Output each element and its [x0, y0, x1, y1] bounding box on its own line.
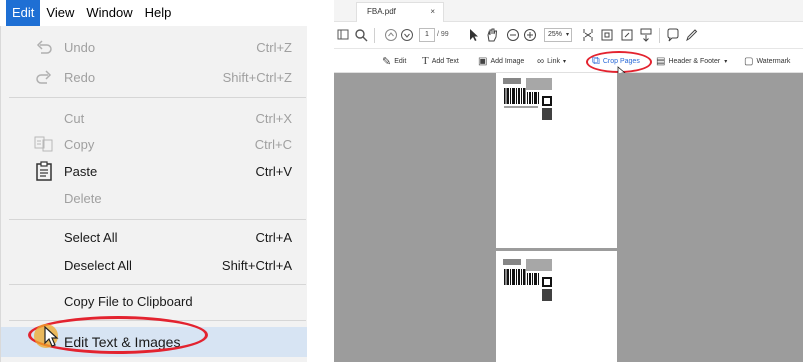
shipping-label-barcode	[503, 259, 552, 301]
watermark-label: Watermark	[756, 57, 791, 65]
pen-icon[interactable]	[684, 27, 698, 43]
cut-label: Cut	[64, 110, 85, 126]
undo-label: Undo	[64, 39, 96, 55]
menu-item-undo[interactable]: Undo Ctrl+Z	[1, 32, 307, 62]
menu-window[interactable]: Window	[80, 0, 138, 26]
page-total: / 99	[437, 31, 449, 38]
menu-divider	[9, 284, 306, 285]
add-text-label: Add Text	[431, 57, 459, 65]
pdf-page-2	[496, 251, 617, 362]
delete-label: Delete	[64, 190, 102, 206]
undo-icon	[36, 40, 52, 54]
header-footer-button[interactable]: ▤ Header & Footer ▾	[656, 53, 727, 69]
paste-label: Paste	[64, 163, 98, 179]
link-label: Link	[547, 57, 560, 65]
chevron-down-icon: ▾	[562, 58, 566, 65]
redo-shortcut: Shift+Ctrl+Z	[222, 69, 292, 85]
menu-bar: Edit View Window Help	[0, 0, 307, 26]
zoom-in-icon[interactable]	[523, 27, 537, 43]
edit-text-icon: ✎	[382, 55, 392, 68]
tab-strip: FBA.pdf ×	[334, 0, 803, 22]
link-icon: ∞	[537, 55, 545, 67]
cut-shortcut: Ctrl+X	[255, 110, 292, 126]
edit-dropdown: Undo Ctrl+Z Redo Shift+Ctrl+Z Cut Ctrl+X	[0, 26, 307, 362]
menu-item-copy[interactable]: Copy Ctrl+C	[1, 129, 307, 159]
scrolling-mode-icon[interactable]	[639, 27, 653, 43]
copy-icon	[34, 136, 53, 152]
document-viewer[interactable]	[334, 73, 803, 362]
menu-help[interactable]: Help	[139, 0, 178, 26]
select-tool-icon[interactable]	[467, 27, 479, 43]
acrobat-window: FBA.pdf × 1 / 99 25% ▾ ✎ Edit T Add Text…	[334, 0, 803, 362]
copy-label: Copy	[64, 136, 95, 152]
pdf-page-1	[496, 73, 617, 248]
menu-item-paste[interactable]: Paste Ctrl+V	[1, 156, 307, 186]
previous-page-icon[interactable]	[384, 27, 398, 43]
menu-edit[interactable]: Edit	[6, 0, 41, 26]
edit-button[interactable]: ✎ Edit	[382, 53, 406, 69]
fit-page-icon[interactable]	[582, 27, 594, 43]
menu-item-copy-file-to-clipboard[interactable]: Copy File to Clipboard	[1, 286, 307, 316]
chevron-down-icon: ▾	[724, 58, 728, 65]
cursor-icon	[44, 326, 59, 347]
add-image-button[interactable]: ▣ Add Image	[478, 53, 524, 69]
shipping-label-barcode	[503, 78, 552, 120]
link-button[interactable]: ∞ Link ▾	[537, 53, 566, 69]
full-screen-icon[interactable]	[620, 27, 634, 43]
select-all-label: Select All	[64, 229, 118, 245]
redo-icon	[36, 70, 52, 84]
watermark-icon: ▢	[744, 55, 754, 67]
header-footer-icon: ▤	[656, 55, 666, 67]
menu-item-delete[interactable]: Delete	[1, 183, 307, 213]
select-all-shortcut: Ctrl+A	[255, 229, 292, 245]
search-icon[interactable]	[354, 27, 368, 43]
toolbar-divider	[374, 28, 375, 43]
edit-label: Edit	[394, 57, 407, 65]
zoom-select[interactable]: 25% ▾	[544, 28, 572, 42]
comment-icon[interactable]	[666, 27, 680, 43]
deselect-all-label: Deselect All	[64, 257, 132, 273]
toolbar-divider	[659, 28, 660, 43]
redo-label: Redo	[64, 69, 96, 85]
menu-divider	[9, 97, 306, 98]
deselect-all-shortcut: Shift+Ctrl+A	[221, 257, 292, 273]
edit-menu-panel: Edit View Window Help Undo Ctrl+Z Redo S…	[0, 0, 307, 362]
zoom-value: 25%	[548, 31, 563, 38]
next-page-icon[interactable]	[400, 27, 414, 43]
copy-file-label: Copy File to Clipboard	[64, 293, 193, 309]
menu-item-select-all[interactable]: Select All Ctrl+A	[1, 222, 307, 252]
page-number-input[interactable]: 1	[419, 28, 435, 42]
chevron-down-icon: ▾	[565, 32, 569, 38]
add-image-label: Add Image	[490, 57, 525, 65]
tab-title: FBA.pdf	[367, 7, 396, 16]
menu-view[interactable]: View	[40, 0, 80, 26]
add-text-button[interactable]: T Add Text	[422, 53, 459, 69]
page-fit-icon[interactable]	[600, 27, 614, 43]
text-icon: T	[422, 55, 429, 67]
menu-item-deselect-all[interactable]: Deselect All Shift+Ctrl+A	[1, 250, 307, 280]
undo-shortcut: Ctrl+Z	[256, 39, 292, 55]
copy-shortcut: Ctrl+C	[254, 136, 292, 152]
zoom-out-icon[interactable]	[506, 27, 520, 43]
tab-fba-pdf[interactable]: FBA.pdf ×	[356, 2, 444, 22]
main-toolbar: 1 / 99 25% ▾	[334, 22, 803, 49]
image-icon: ▣	[478, 55, 488, 67]
menu-item-redo[interactable]: Redo Shift+Ctrl+Z	[1, 62, 307, 92]
watermark-button[interactable]: ▢ Watermark	[744, 53, 790, 69]
paste-shortcut: Ctrl+V	[255, 163, 292, 179]
menu-divider	[9, 219, 306, 220]
paste-icon	[36, 161, 52, 181]
hand-tool-icon[interactable]	[485, 27, 499, 43]
edit-pdf-toolbar: ✎ Edit T Add Text ▣ Add Image ∞ Link ▾ ⧉…	[334, 49, 803, 73]
sidebar-toggle-icon[interactable]	[337, 27, 349, 43]
tab-close-icon[interactable]: ×	[430, 3, 435, 21]
header-footer-label: Header & Footer	[668, 57, 721, 65]
